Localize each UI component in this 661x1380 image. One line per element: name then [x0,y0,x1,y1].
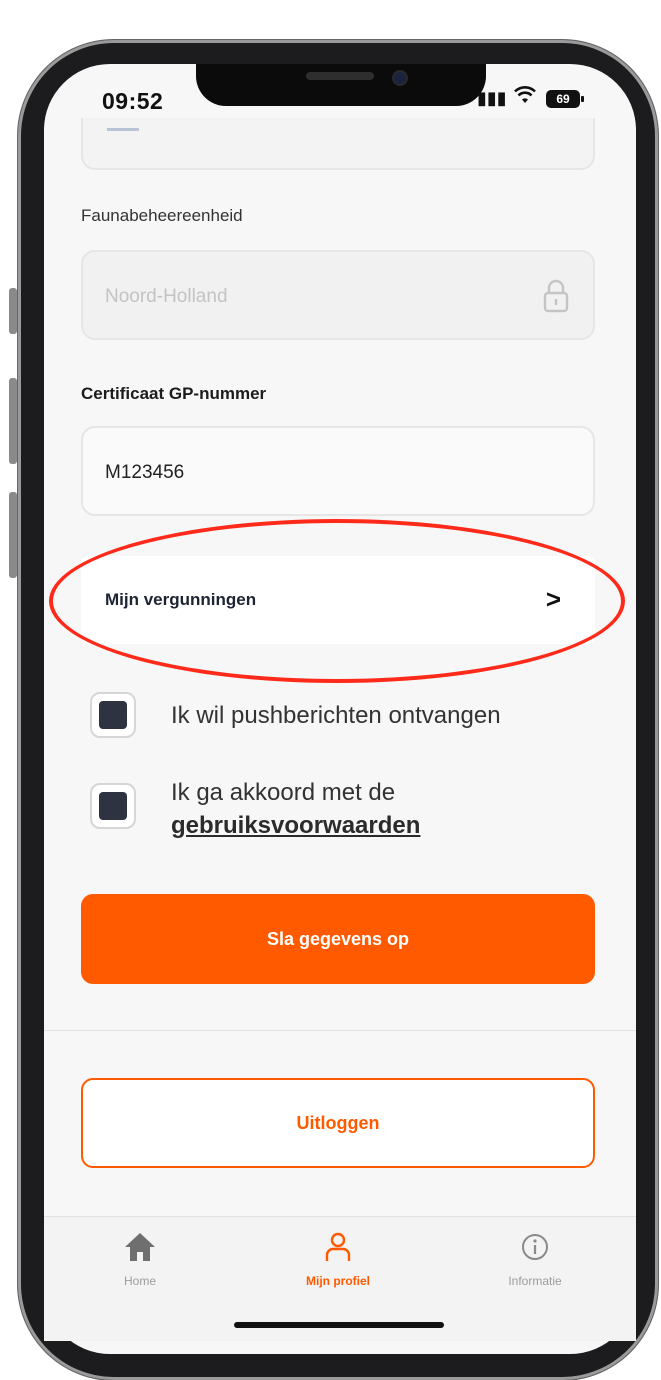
volume-down-button [9,492,17,578]
fauna-field: Noord-Holland [81,250,595,340]
info-icon [522,1234,548,1260]
volume-up-button [9,378,17,464]
tab-home[interactable]: Home [75,1231,205,1288]
speaker [306,72,374,80]
certificate-input[interactable]: M123456 [81,426,595,516]
camera [392,70,408,86]
logout-button[interactable]: Uitloggen [81,1078,595,1168]
wifi-icon [514,86,536,109]
certificate-value: M123456 [105,462,185,483]
home-indicator [234,1322,444,1328]
mute-switch [9,288,17,334]
section-divider [44,1030,636,1031]
battery-level: 69 [556,92,570,106]
status-time: 09:52 [102,88,164,114]
checkbox-fill [99,792,127,820]
my-licenses-label: Mijn vergunningen [105,590,257,609]
my-licenses-row[interactable]: Mijn vergunningen > [81,556,595,644]
tab-my-profile-label: Mijn profiel [306,1274,370,1288]
checkbox-fill [99,701,127,729]
push-notifications-label: Ik wil pushberichten ontvangen [171,702,501,729]
certificate-label: Certificaat GP-nummer [81,384,267,403]
terms-label: Ik ga akkoord met de gebruiksvoorwaarden [171,776,420,842]
terms-link[interactable]: gebruiksvoorwaarden [171,812,420,839]
push-notifications-checkbox[interactable] [90,692,136,738]
tab-information[interactable]: Informatie [470,1231,600,1288]
tab-home-label: Home [123,1274,156,1288]
chevron-right-icon: > [545,584,561,614]
save-button[interactable]: Sla gegevens op [81,894,595,984]
text-cursor [107,128,139,131]
tab-my-profile[interactable]: Mijn profiel [273,1231,403,1288]
battery-icon: 69 [546,90,584,108]
fauna-value: Noord-Holland [105,286,228,307]
terms-checkbox[interactable] [90,783,136,829]
notch [196,64,486,106]
lock-icon [543,279,569,313]
tab-information-label: Informatie [508,1274,562,1288]
terms-prefix: Ik ga akkoord met de [171,779,396,806]
fauna-label: Faunabeheereenheid [81,206,243,225]
previous-input-field[interactable] [81,118,595,170]
signal-icon: ▮▮▮ [477,88,507,108]
user-icon [325,1232,351,1261]
home-icon [125,1233,155,1261]
